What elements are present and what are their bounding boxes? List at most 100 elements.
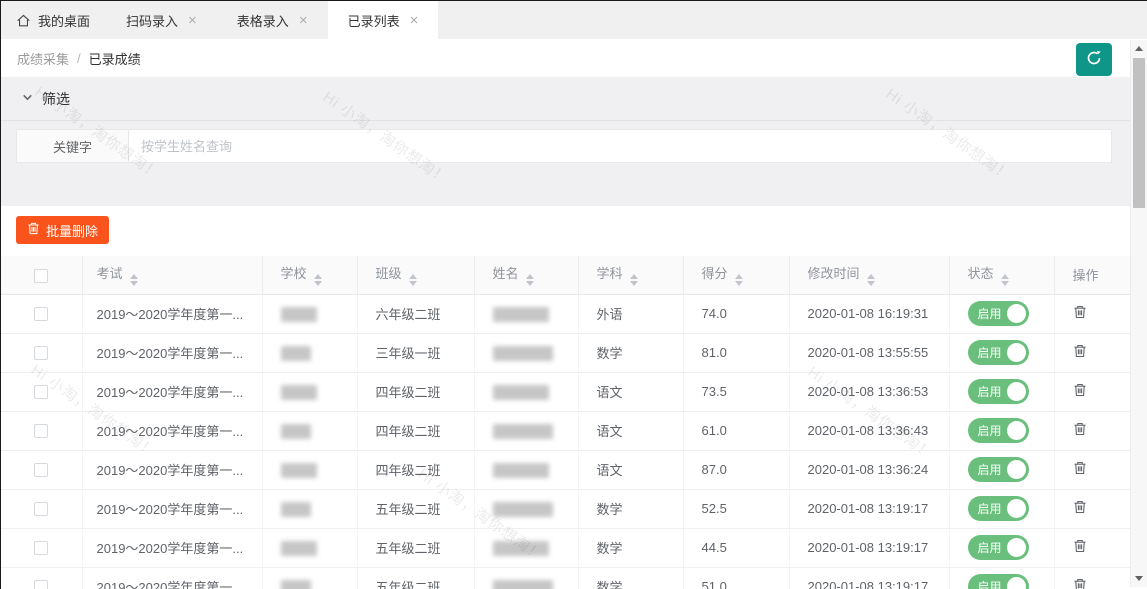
- sort-icon[interactable]: [630, 274, 638, 286]
- table-row: 2019～2020学年度第一... 三年级一班 数学 81.0 2020-01-…: [1, 333, 1131, 372]
- subject-cell: 数学: [578, 333, 683, 372]
- status-cell: 启用: [949, 528, 1054, 567]
- name-cell: [474, 372, 578, 411]
- status-toggle[interactable]: 启用: [968, 301, 1029, 326]
- subject-cell: 数学: [578, 489, 683, 528]
- status-cell: 启用: [949, 294, 1054, 333]
- score-cell: 81.0: [683, 333, 789, 372]
- sort-icon[interactable]: [409, 274, 417, 286]
- close-icon[interactable]: ×: [299, 13, 308, 28]
- chevron-down-icon: [21, 91, 34, 107]
- refresh-button[interactable]: [1076, 43, 1112, 76]
- row-checkbox[interactable]: [34, 580, 48, 589]
- row-checkbox[interactable]: [34, 346, 48, 360]
- column-header-subject[interactable]: 学科: [578, 256, 683, 294]
- subject-cell: 外语: [578, 294, 683, 333]
- name-redacted-blur: [493, 424, 553, 439]
- keyword-search-input[interactable]: [129, 130, 1111, 162]
- column-header-actions: 操作: [1054, 256, 1131, 294]
- refresh-icon: [1085, 49, 1103, 70]
- column-header-modified[interactable]: 修改时间: [789, 256, 949, 294]
- delete-row-icon[interactable]: [1073, 578, 1087, 589]
- exam-cell: 2019～2020学年度第一...: [82, 528, 262, 567]
- modified-cell: 2020-01-08 13:19:17: [789, 489, 949, 528]
- school-cell: [262, 528, 357, 567]
- class-cell: 六年级二班: [357, 294, 474, 333]
- exam-cell: 2019～2020学年度第一...: [82, 294, 262, 333]
- scroll-down-icon[interactable]: [1131, 570, 1147, 587]
- table-row: 2019～2020学年度第一... 五年级二班 数学 51.0 2020-01-…: [1, 567, 1131, 589]
- column-header-name[interactable]: 姓名: [474, 256, 578, 294]
- filter-section-header[interactable]: 筛选: [1, 77, 1147, 121]
- column-header-class[interactable]: 班级: [357, 256, 474, 294]
- delete-row-icon[interactable]: [1073, 461, 1087, 478]
- sort-icon[interactable]: [314, 274, 322, 286]
- column-header-score[interactable]: 得分: [683, 256, 789, 294]
- status-toggle[interactable]: 启用: [968, 535, 1029, 560]
- class-cell: 五年级二班: [357, 528, 474, 567]
- batch-delete-button[interactable]: 批量删除: [16, 216, 109, 244]
- exam-cell: 2019～2020学年度第一...: [82, 372, 262, 411]
- sort-icon[interactable]: [526, 274, 534, 286]
- delete-row-icon[interactable]: [1073, 344, 1087, 361]
- delete-row-icon[interactable]: [1073, 539, 1087, 556]
- select-all-checkbox[interactable]: [34, 269, 48, 283]
- row-checkbox[interactable]: [34, 385, 48, 399]
- home-icon: [16, 13, 31, 28]
- toggle-knob: [1007, 538, 1026, 557]
- sort-icon[interactable]: [735, 274, 743, 286]
- status-cell: 启用: [949, 411, 1054, 450]
- subject-cell: 语文: [578, 411, 683, 450]
- status-toggle[interactable]: 启用: [968, 457, 1029, 482]
- close-icon[interactable]: ×: [410, 13, 419, 28]
- breadcrumb-separator: /: [77, 51, 81, 66]
- row-checkbox[interactable]: [34, 541, 48, 555]
- row-checkbox[interactable]: [34, 307, 48, 321]
- column-header-exam[interactable]: 考试: [82, 256, 262, 294]
- trash-icon: [27, 222, 40, 238]
- sort-icon[interactable]: [130, 274, 138, 286]
- breadcrumb-parent[interactable]: 成绩采集: [17, 49, 69, 68]
- breadcrumb-current: 已录成绩: [89, 49, 141, 68]
- column-header-school[interactable]: 学校: [262, 256, 357, 294]
- status-toggle[interactable]: 启用: [968, 574, 1029, 589]
- tab-table-entry[interactable]: 表格录入 ×: [217, 1, 328, 39]
- row-checkbox[interactable]: [34, 463, 48, 477]
- actions-cell: [1054, 411, 1131, 450]
- tab-recorded-list[interactable]: 已录列表 ×: [328, 1, 439, 39]
- tab-label: 我的桌面: [38, 11, 90, 30]
- row-checkbox[interactable]: [34, 502, 48, 516]
- status-toggle[interactable]: 启用: [968, 496, 1029, 521]
- tab-my-desktop[interactable]: 我的桌面: [1, 1, 106, 39]
- score-cell: 61.0: [683, 411, 789, 450]
- delete-row-icon[interactable]: [1073, 305, 1087, 322]
- score-cell: 51.0: [683, 567, 789, 589]
- tab-label: 表格录入: [237, 11, 289, 30]
- tab-scan-entry[interactable]: 扫码录入 ×: [106, 1, 217, 39]
- name-cell: [474, 567, 578, 589]
- sort-icon[interactable]: [1001, 274, 1009, 286]
- class-cell: 三年级一班: [357, 333, 474, 372]
- sort-icon[interactable]: [867, 274, 875, 286]
- delete-row-icon[interactable]: [1073, 422, 1087, 439]
- scroll-up-icon[interactable]: [1131, 40, 1147, 57]
- close-icon[interactable]: ×: [188, 13, 197, 28]
- school-cell: [262, 489, 357, 528]
- status-toggle[interactable]: 启用: [968, 379, 1029, 404]
- column-header-status[interactable]: 状态: [949, 256, 1054, 294]
- modified-cell: 2020-01-08 13:36:24: [789, 450, 949, 489]
- status-toggle[interactable]: 启用: [968, 340, 1029, 365]
- scrollbar-thumb[interactable]: [1133, 58, 1145, 208]
- name-cell: [474, 333, 578, 372]
- delete-row-icon[interactable]: [1073, 500, 1087, 517]
- delete-row-icon[interactable]: [1073, 383, 1087, 400]
- results-card: 批量删除 考试 学校 班级 姓名 学科 得分 修改时间 状态 操作 2019～2: [1, 206, 1147, 589]
- row-checkbox[interactable]: [34, 424, 48, 438]
- table-row: 2019～2020学年度第一... 四年级二班 语文 61.0 2020-01-…: [1, 411, 1131, 450]
- subject-cell: 语文: [578, 450, 683, 489]
- name-cell: [474, 450, 578, 489]
- status-toggle[interactable]: 启用: [968, 418, 1029, 443]
- modified-cell: 2020-01-08 13:19:17: [789, 567, 949, 589]
- class-cell: 四年级二班: [357, 372, 474, 411]
- vertical-scrollbar[interactable]: [1130, 40, 1147, 587]
